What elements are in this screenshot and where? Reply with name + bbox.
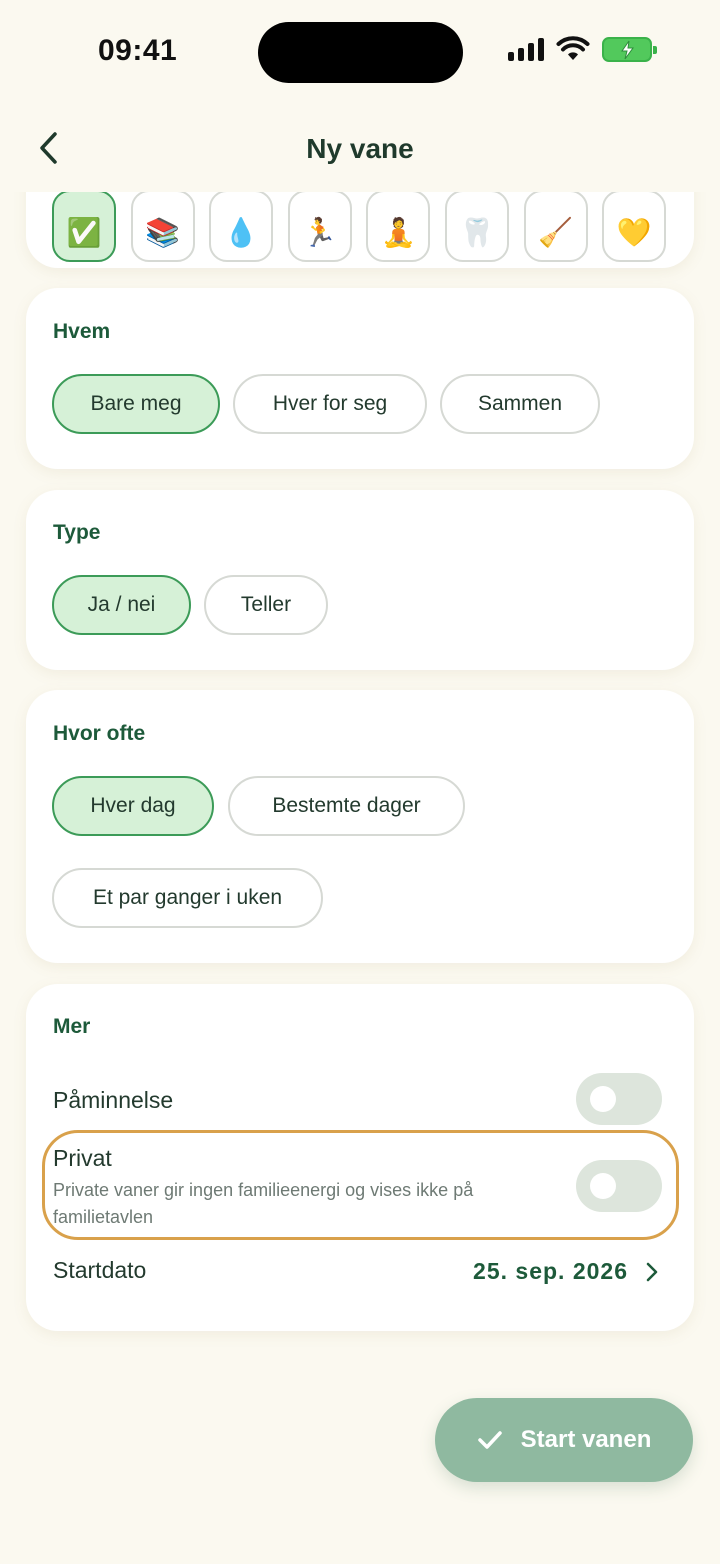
more-title: Mer [53, 1015, 91, 1038]
status-icons [508, 36, 657, 62]
icon-row: ✅ 📚 💧 🏃 🧘 🦷 🧹 💛 [52, 190, 672, 270]
start-date-label: Startdato [53, 1257, 147, 1283]
wifi-icon [556, 36, 590, 60]
droplet-icon: 💧 [223, 216, 259, 248]
reminder-toggle[interactable] [576, 1073, 662, 1125]
heart-icon-option[interactable]: 💛 [602, 190, 667, 262]
status-time: 09:41 [98, 34, 178, 67]
type-title: Type [53, 521, 101, 544]
start-habit-label: Start vanen [520, 1426, 652, 1453]
type-card: Type Ja / nei Teller [26, 490, 694, 670]
battery-charging-icon [602, 36, 657, 62]
type-option-ja-nei[interactable]: Ja / nei [52, 575, 191, 635]
runner-icon: 🏃 [302, 216, 338, 248]
books-icon: 📚 [145, 216, 181, 248]
broom-icon: 🧹 [538, 216, 574, 248]
frequency-option-et-par-ganger[interactable]: Et par ganger i uken [52, 868, 323, 928]
who-title: Hvem [53, 320, 111, 343]
heart-icon: 💛 [616, 216, 652, 248]
meditation-icon: 🧘 [380, 216, 416, 248]
reminder-label: Påminnelse [53, 1087, 174, 1113]
who-option-hver-for-seg[interactable]: Hver for seg [233, 374, 427, 434]
frequency-option-hver-dag[interactable]: Hver dag [52, 776, 214, 836]
runner-icon-option[interactable]: 🏃 [287, 190, 352, 262]
checkmark-icon [477, 1431, 502, 1449]
tooth-icon: 🦷 [459, 216, 495, 248]
type-option-teller[interactable]: Teller [204, 575, 328, 635]
nav-header: Ny vane [0, 100, 720, 192]
start-habit-button[interactable]: Start vanen [435, 1398, 693, 1482]
tooth-icon-option[interactable]: 🦷 [445, 190, 509, 262]
who-option-sammen[interactable]: Sammen [440, 374, 600, 434]
droplet-icon-option[interactable]: 💧 [209, 190, 274, 262]
frequency-card: Hvor ofte Hver dag Bestemte dager Et par… [26, 690, 694, 963]
frequency-title: Hvor ofte [53, 722, 146, 745]
status-bar: 09:41 [0, 0, 720, 100]
meditation-icon-option[interactable]: 🧘 [366, 190, 431, 262]
dynamic-island [258, 22, 463, 83]
who-card: Hvem Bare meg Hver for seg Sammen [26, 288, 694, 469]
cellular-signal-icon [508, 37, 544, 61]
check-icon-option[interactable]: ✅ [52, 190, 116, 262]
books-icon-option[interactable]: 📚 [130, 190, 195, 262]
start-date-value: 25. sep. 2026 [473, 1258, 628, 1284]
check-icon: ✅ [66, 216, 102, 248]
chevron-right-icon [646, 1262, 658, 1282]
frequency-option-bestemte-dager[interactable]: Bestemte dager [228, 776, 465, 836]
who-option-bare-meg[interactable]: Bare meg [52, 374, 220, 434]
toggle-knob [590, 1086, 616, 1112]
page-title: Ny vane [306, 133, 414, 164]
private-row-highlight [42, 1130, 679, 1240]
start-date-row[interactable]: Startdato 25. sep. 2026 [26, 1246, 694, 1296]
broom-icon-option[interactable]: 🧹 [523, 190, 588, 262]
